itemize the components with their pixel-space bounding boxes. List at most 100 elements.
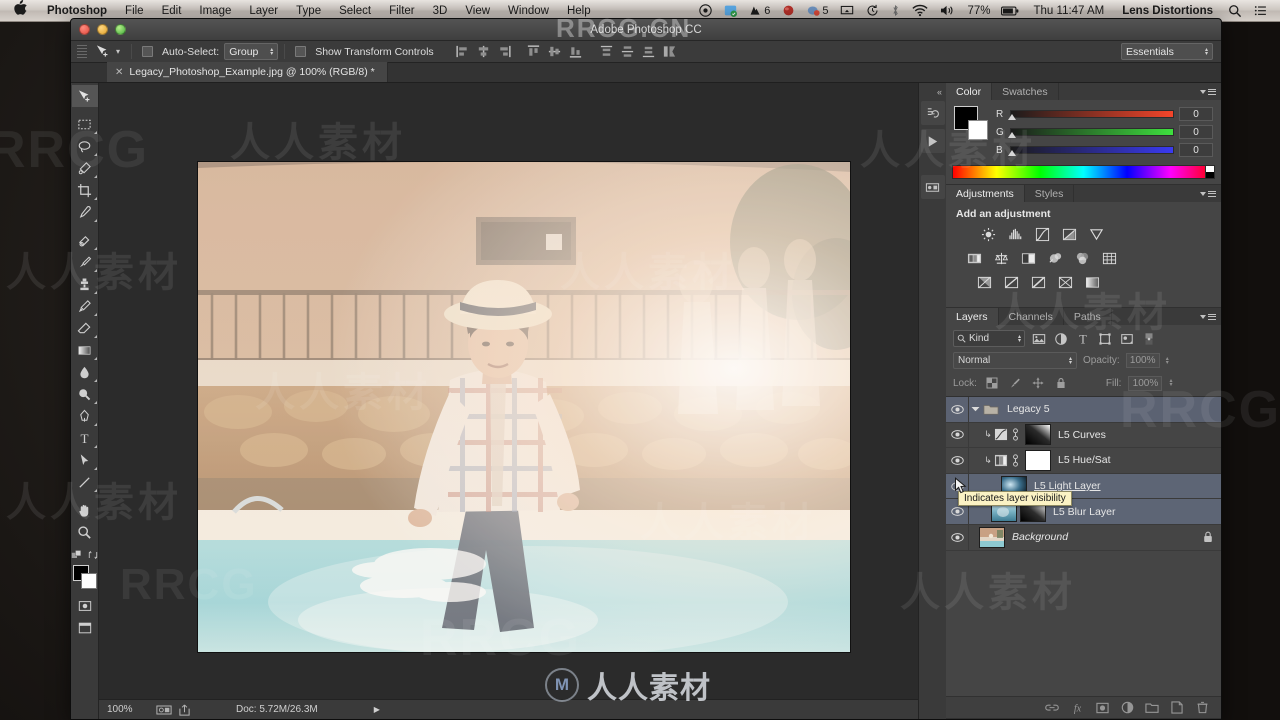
fill-value[interactable]: 100% (1128, 375, 1163, 391)
align-right-edges-icon[interactable] (496, 43, 513, 60)
slider-thumb[interactable] (1008, 114, 1016, 120)
marquee-tool[interactable] (72, 113, 98, 135)
history-icon[interactable] (920, 101, 945, 125)
layer-visibility-toggle[interactable] (946, 532, 968, 543)
hue-saturation-adjustment-icon[interactable] (994, 454, 1008, 467)
slider-thumb[interactable] (1008, 150, 1016, 156)
layer-mask-thumbnail[interactable] (1025, 424, 1051, 446)
dodge-tool[interactable] (72, 383, 98, 405)
filter-kind-dropdown[interactable]: Kind ▴ ▾ (953, 330, 1025, 347)
airplay-icon[interactable] (834, 4, 860, 17)
fill-stepper-icon[interactable]: ▴ ▾ (1169, 378, 1172, 388)
align-top-edges-icon[interactable] (525, 43, 542, 60)
user-name[interactable]: Lens Distortions (1113, 5, 1222, 17)
filter-pixel-icon[interactable] (1031, 331, 1047, 347)
eraser-tool[interactable] (72, 317, 98, 339)
auto-select-checkbox[interactable] (138, 43, 162, 61)
bluetooth-icon[interactable] (885, 4, 906, 17)
minimize-button[interactable] (97, 24, 108, 35)
channel-value-r[interactable]: 0 (1179, 107, 1213, 121)
layer-mask-thumbnail[interactable] (1025, 449, 1051, 471)
document-tab[interactable]: ✕ Legacy_Photoshop_Example.jpg @ 100% (R… (107, 62, 388, 82)
spectrum-black-white-ends[interactable] (1205, 166, 1214, 178)
show-transform-checkbox[interactable] (291, 43, 315, 61)
lock-transparency-icon[interactable] (984, 375, 1000, 391)
zoom-tool[interactable] (72, 521, 98, 543)
distribute-vertical-center-icon[interactable] (619, 43, 636, 60)
zoom-button[interactable] (115, 24, 126, 35)
filter-type-icon[interactable]: T (1075, 331, 1091, 347)
new-layer-icon[interactable] (1170, 701, 1184, 715)
timemachine-icon[interactable] (860, 4, 885, 17)
clone-stamp-tool[interactable] (72, 273, 98, 295)
wifi-icon[interactable] (906, 4, 934, 17)
tab-swatches[interactable]: Swatches (992, 83, 1059, 100)
table-row[interactable]: L5 Light Layer Indicates layer visibilit… (946, 473, 1221, 506)
camera-raw-icon[interactable] (156, 704, 172, 716)
list-icon[interactable] (1248, 4, 1274, 18)
curves-icon[interactable] (1034, 226, 1051, 243)
blend-mode-dropdown[interactable]: Normal ▴ ▾ (953, 352, 1077, 369)
type-tool[interactable]: T (72, 427, 98, 449)
color-slider-r[interactable]: R 0 (996, 107, 1213, 121)
quick-mask-toggle[interactable] (72, 595, 98, 617)
tab-adjustments[interactable]: Adjustments (946, 185, 1025, 202)
color-lookup-icon[interactable] (1101, 250, 1118, 267)
auto-select-dropdown[interactable]: Group ▴ ▾ (224, 43, 279, 60)
chevron-down-icon[interactable] (968, 405, 982, 413)
slider-track-g[interactable] (1008, 128, 1174, 138)
options-bar-grip[interactable] (77, 44, 87, 60)
eyedropper-tool[interactable] (72, 201, 98, 223)
brightness-contrast-icon[interactable] (980, 226, 997, 243)
zoom-level[interactable]: 100% (107, 704, 153, 715)
lock-position-icon[interactable] (1030, 375, 1046, 391)
layer-name[interactable]: Legacy 5 (1000, 403, 1050, 415)
app-badge-icon[interactable]: 6 (743, 4, 776, 17)
close-button[interactable] (79, 24, 90, 35)
layer-visibility-toggle[interactable] (946, 404, 968, 415)
filter-adjustment-icon[interactable] (1053, 331, 1069, 347)
path-selection-tool[interactable] (72, 449, 98, 471)
exposure-icon[interactable] (1061, 226, 1078, 243)
color-slider-b[interactable]: B 0 (996, 143, 1213, 157)
filter-toggle-icon[interactable] (1141, 331, 1157, 347)
channel-value-g[interactable]: 0 (1179, 125, 1213, 139)
link-layers-icon[interactable] (1045, 701, 1059, 715)
panel-menu-icon[interactable] (1200, 185, 1221, 202)
color-fg-bg-swatches[interactable] (954, 106, 988, 140)
black-white-icon[interactable] (1020, 250, 1037, 267)
tool-preset-chevron-down-icon[interactable]: ▾ (114, 47, 125, 56)
foreground-background-swatches[interactable] (72, 565, 97, 589)
canvas-area[interactable]: 100% Doc: 5.72M/26.3M ▶ (99, 83, 918, 719)
color-balance-icon[interactable] (993, 250, 1010, 267)
background-color-swatch[interactable] (968, 120, 988, 140)
link-mask-icon[interactable] (1008, 454, 1022, 467)
layer-name[interactable]: L5 Hue/Sat (1051, 454, 1111, 466)
history-brush-tool[interactable] (72, 295, 98, 317)
arrange-icon[interactable] (661, 43, 678, 60)
layer-name[interactable]: L5 Blur Layer (1046, 506, 1115, 518)
link-mask-icon[interactable] (1008, 428, 1022, 442)
line-shape-tool[interactable] (72, 471, 98, 493)
panel-menu-icon[interactable] (1200, 83, 1221, 100)
layer-visibility-toggle[interactable] (946, 455, 968, 466)
layer-visibility-toggle[interactable] (946, 429, 968, 440)
photo-filter-icon[interactable] (1047, 250, 1064, 267)
delete-layer-icon[interactable] (1195, 701, 1209, 715)
gradient-map-icon[interactable] (1057, 274, 1074, 291)
opacity-stepper-icon[interactable]: ▴ ▾ (1166, 356, 1169, 366)
clock[interactable]: Thu 11:47 AM (1025, 5, 1114, 17)
search-icon[interactable] (1222, 4, 1248, 18)
blur-tool[interactable] (72, 361, 98, 383)
slider-track-b[interactable] (1008, 146, 1174, 156)
slider-track-r[interactable] (1008, 110, 1174, 120)
gradient-tool[interactable] (72, 339, 98, 361)
record-icon[interactable] (693, 4, 718, 17)
align-vertical-centers-icon[interactable] (546, 43, 563, 60)
pen-tool[interactable] (72, 405, 98, 427)
layer-thumbnail[interactable] (979, 526, 1005, 548)
dropbox-icon[interactable] (718, 4, 743, 17)
new-adjustment-icon[interactable] (1120, 701, 1134, 715)
close-icon[interactable]: ✕ (115, 67, 123, 78)
levels-icon[interactable] (1007, 226, 1024, 243)
